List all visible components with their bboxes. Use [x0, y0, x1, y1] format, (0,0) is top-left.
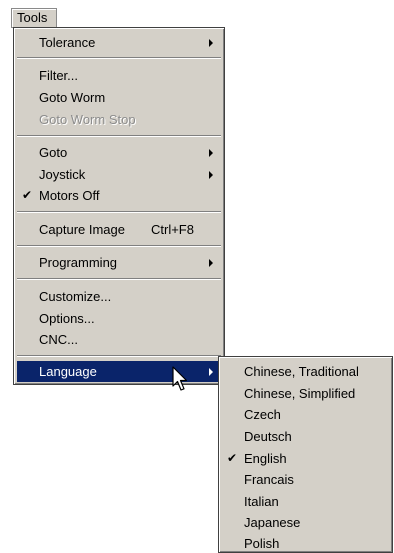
menu-item-customize[interactable]: Customize...	[17, 286, 221, 307]
submenu-arrow-icon	[209, 259, 213, 267]
menu-item-label: Goto	[39, 145, 68, 160]
menu-item-label: Czech	[244, 407, 281, 422]
menu-separator	[17, 135, 221, 137]
language-item-english[interactable]: ✔ English	[222, 448, 389, 469]
menu-item-filter[interactable]: Filter...	[17, 65, 221, 86]
submenu-arrow-icon	[209, 368, 213, 376]
menu-tools[interactable]: Tools	[11, 8, 57, 28]
menu-item-label: Capture Image	[39, 222, 125, 237]
mouse-pointer-icon	[172, 366, 188, 391]
tools-dropdown-menu: Tolerance Filter... Goto Worm Goto Worm …	[13, 27, 225, 385]
menu-separator	[17, 355, 221, 357]
language-item-chinese-simplified[interactable]: Chinese, Simplified	[222, 383, 389, 404]
menu-item-language[interactable]: Language	[17, 361, 221, 382]
menu-item-label: Italian	[244, 494, 279, 509]
menu-item-label: Chinese, Simplified	[244, 386, 356, 401]
menu-item-label: Deutsch	[244, 429, 292, 444]
menu-separator	[17, 278, 221, 280]
menu-item-label: Polish	[244, 536, 280, 551]
language-item-japanese[interactable]: Japanese	[222, 512, 389, 533]
menu-item-label: Joystick	[39, 167, 86, 182]
menu-item-label: Customize...	[39, 289, 112, 304]
menu-item-label: Goto Worm	[39, 90, 106, 105]
menu-item-tolerance[interactable]: Tolerance	[17, 32, 221, 53]
menu-item-cnc[interactable]: CNC...	[17, 329, 221, 350]
menu-item-capture-image[interactable]: Capture Image Ctrl+F8	[17, 219, 221, 240]
check-icon: ✔	[227, 451, 238, 465]
menu-item-options[interactable]: Options...	[17, 308, 221, 329]
language-item-chinese-traditional[interactable]: Chinese, Traditional	[222, 361, 389, 382]
language-item-deutsch[interactable]: Deutsch	[222, 426, 389, 447]
submenu-arrow-icon	[209, 171, 213, 179]
menu-item-label: Filter...	[39, 68, 79, 83]
check-icon: ✔	[22, 188, 33, 202]
menu-item-goto[interactable]: Goto	[17, 142, 221, 163]
menu-item-label: CNC...	[39, 332, 78, 347]
language-item-czech[interactable]: Czech	[222, 404, 389, 425]
menu-tools-label: Tools	[17, 10, 48, 25]
submenu-arrow-icon	[209, 39, 213, 47]
menu-item-label: Options...	[39, 311, 95, 326]
menu-item-motors-off[interactable]: ✔ Motors Off	[17, 185, 221, 206]
shortcut-label: Ctrl+F8	[151, 222, 194, 237]
menu-item-label: Chinese, Traditional	[244, 364, 359, 379]
menu-item-label: Language	[39, 364, 97, 379]
menu-item-label: Tolerance	[39, 35, 96, 50]
screen: Tools Tolerance Filter... Goto Worm Goto…	[0, 0, 394, 553]
language-item-italian[interactable]: Italian	[222, 491, 389, 512]
menu-item-label: Programming	[39, 255, 118, 270]
menu-item-label: Motors Off	[39, 188, 100, 203]
menu-item-label: English	[244, 451, 287, 466]
language-submenu: Chinese, Traditional Chinese, Simplified…	[218, 356, 393, 553]
menu-item-goto-worm-stop: Goto Worm Stop	[17, 109, 221, 130]
menu-item-label: Japanese	[244, 515, 301, 530]
menu-item-goto-worm[interactable]: Goto Worm	[17, 87, 221, 108]
menu-separator	[17, 57, 221, 59]
language-item-polish[interactable]: Polish	[222, 533, 389, 553]
menu-separator	[17, 245, 221, 247]
menu-item-label: Francais	[244, 472, 294, 487]
menu-item-label: Goto Worm Stop	[39, 112, 136, 127]
menu-separator	[17, 211, 221, 213]
menu-item-joystick[interactable]: Joystick	[17, 164, 221, 185]
submenu-arrow-icon	[209, 149, 213, 157]
menu-item-programming[interactable]: Programming	[17, 252, 221, 273]
language-item-francais[interactable]: Francais	[222, 469, 389, 490]
